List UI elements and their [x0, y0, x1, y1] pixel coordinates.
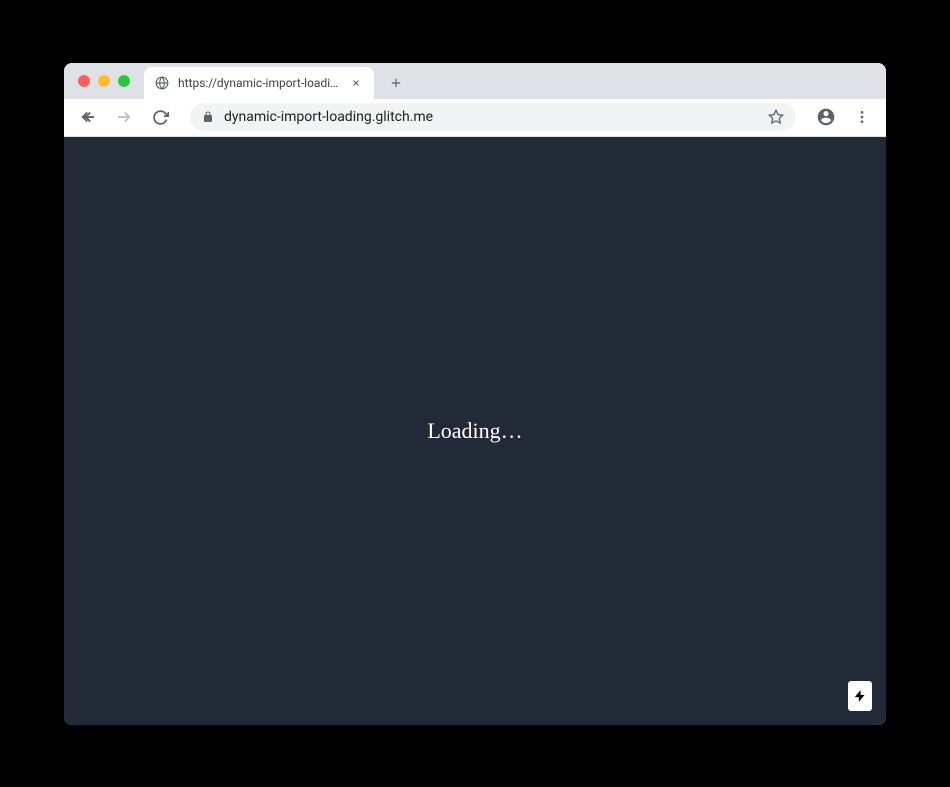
tab-title: https://dynamic-import-loading	[178, 76, 340, 90]
address-bar[interactable]: dynamic-import-loading.glitch.me	[190, 103, 796, 131]
browser-window: https://dynamic-import-loading	[64, 63, 886, 725]
minimize-window-button[interactable]	[98, 75, 110, 87]
back-button[interactable]	[74, 103, 102, 131]
window-controls	[78, 75, 130, 87]
lock-icon	[202, 111, 214, 123]
toolbar: dynamic-import-loading.glitch.me	[64, 99, 886, 137]
menu-button[interactable]	[848, 103, 876, 131]
lightning-icon	[853, 686, 867, 706]
close-window-button[interactable]	[78, 75, 90, 87]
bookmark-star-icon[interactable]	[768, 109, 784, 125]
maximize-window-button[interactable]	[118, 75, 130, 87]
profile-button[interactable]	[812, 103, 840, 131]
globe-icon	[154, 75, 170, 91]
tab-bar: https://dynamic-import-loading	[64, 63, 886, 99]
browser-tab[interactable]: https://dynamic-import-loading	[144, 67, 374, 99]
loading-message: Loading…	[427, 418, 522, 444]
close-tab-icon[interactable]	[348, 75, 364, 91]
url-text: dynamic-import-loading.glitch.me	[224, 109, 758, 125]
glitch-badge[interactable]	[848, 681, 872, 711]
reload-button[interactable]	[146, 103, 174, 131]
page-content: Loading…	[64, 137, 886, 725]
forward-button[interactable]	[110, 103, 138, 131]
new-tab-button[interactable]	[382, 69, 410, 97]
